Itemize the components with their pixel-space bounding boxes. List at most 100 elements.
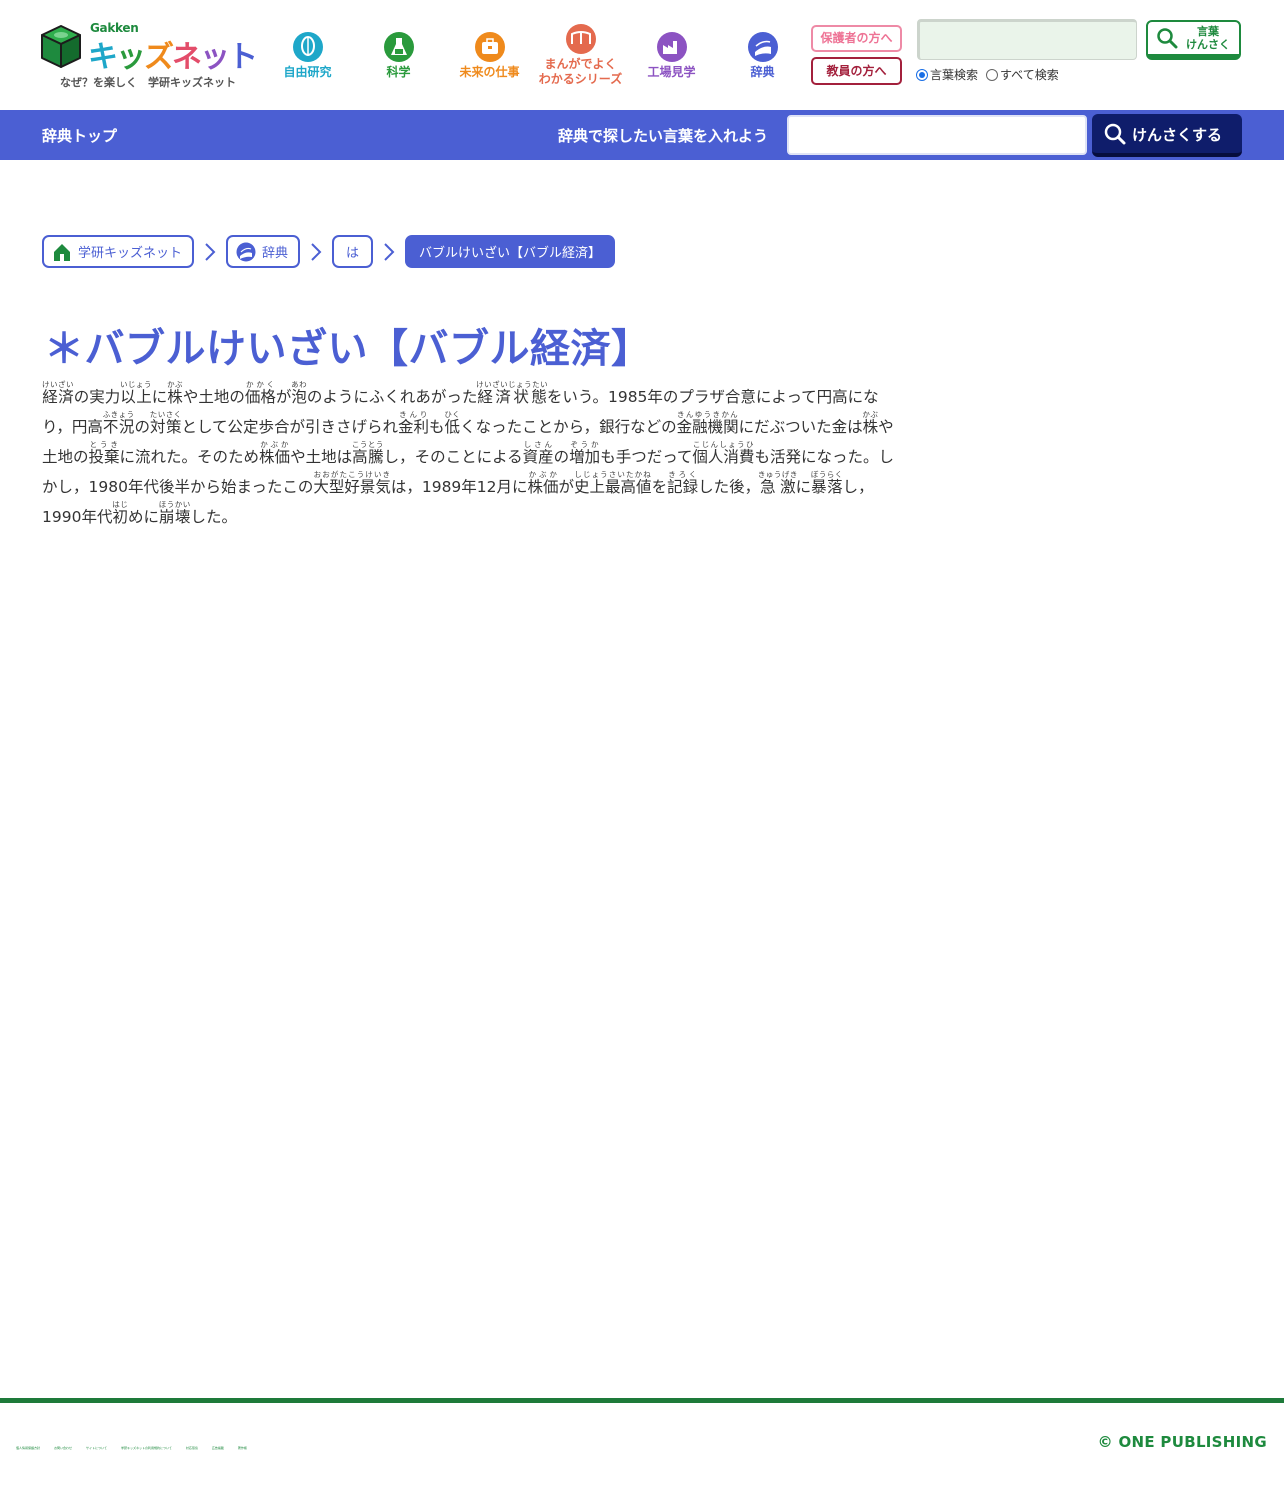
factory-icon — [656, 32, 687, 62]
footer-link[interactable]: 対応環境 — [186, 1446, 198, 1450]
logo-tagline: なぜ？を楽しく 学研キッズネット — [60, 76, 236, 89]
dictionary-search-prompt: 辞典で探したい言葉を入れよう — [558, 127, 769, 145]
furigana-term: 投棄とうき — [88, 440, 120, 466]
flask-icon — [383, 32, 414, 62]
footer-link[interactable]: お問い合わせ — [54, 1446, 72, 1450]
entry-title: ＊バブルけいざい【バブル経済】 — [44, 326, 652, 372]
furigana-term: 高騰こうとう — [351, 440, 384, 466]
furigana-reading: きんり — [398, 410, 430, 419]
furigana-term: 急激きゅうげき — [757, 470, 798, 496]
nav-item-jiten[interactable]: 辞典 — [717, 22, 808, 87]
furigana-reading: かぶか — [259, 440, 291, 449]
search-icon — [1104, 123, 1126, 145]
furigana-term: 個人消費こじんしょうひ — [692, 440, 755, 466]
furigana-reading: きゅうげき — [757, 470, 798, 479]
radio-word-search[interactable]: 言葉検索 — [916, 66, 978, 83]
furigana-reading: けいざいじょうたい — [476, 380, 549, 389]
furigana-reading: ぞうか — [569, 440, 601, 449]
radio-all-search[interactable]: すべて検索 — [986, 66, 1059, 83]
furigana-reading: ふきょう — [102, 410, 135, 419]
furigana-term: 記録きろく — [667, 470, 699, 496]
furigana-reading: きんゆうきかん — [676, 410, 739, 419]
furigana-term: 泡あわ — [291, 380, 308, 406]
furigana-term: 株価かぶか — [259, 440, 291, 466]
entry-text: の — [553, 448, 570, 466]
furigana-reading: はじ — [112, 500, 129, 509]
chevron-right-icon — [373, 242, 405, 262]
furigana-term: 暴落ぼうらく — [810, 470, 843, 496]
dictionary-top-link[interactable]: 辞典トップ — [42, 125, 117, 146]
furigana-reading: おおがたこうけいき — [313, 470, 391, 479]
teacher-link-button[interactable]: 教員の方へ — [811, 57, 902, 85]
furigana-reading: こうとう — [351, 440, 384, 449]
furigana-term: 増加ぞうか — [569, 440, 601, 466]
nav-item-mirai-no-shigoto[interactable]: 未来の仕事 — [444, 22, 535, 87]
furigana-term: 株価かぶか — [527, 470, 559, 496]
furigana-reading: ほうかい — [158, 500, 191, 509]
header-search-button-label: 言葉 けんさく — [1186, 25, 1230, 51]
entry-text: した。 — [190, 508, 238, 526]
dictionary-search-input[interactable] — [787, 115, 1087, 155]
breadcrumb-home[interactable]: 学研キッズネット — [42, 235, 195, 268]
furigana-term: 不況ふきょう — [102, 410, 135, 436]
entry-text: くなったことから，銀行などの — [460, 418, 677, 436]
furigana-reading: とうき — [88, 440, 120, 449]
site-logo[interactable]: Gakken キッズネット なぜ？を楽しく 学研キッズネット — [40, 20, 258, 90]
dictionary-icon — [236, 242, 256, 261]
entry-text: や土地の — [182, 388, 245, 406]
chevron-right-icon — [194, 242, 226, 262]
header-search-input[interactable] — [917, 19, 1137, 60]
entry-text: した後， — [698, 478, 761, 496]
entry-text: に — [795, 478, 812, 496]
furigana-reading: ぼうらく — [810, 470, 843, 479]
entry-text: の実力 — [73, 388, 121, 406]
furigana-term: 大型好景気おおがたこうけいき — [313, 470, 391, 496]
site-header: Gakken キッズネット なぜ？を楽しく 学研キッズネット 自由研究 科学 未… — [0, 0, 1284, 110]
footer-link[interactable]: 個人情報保護方針 — [16, 1446, 40, 1450]
footer-link[interactable]: 広告掲載 — [212, 1446, 224, 1450]
furigana-reading: あわ — [291, 380, 308, 389]
furigana-reading: かぶか — [527, 470, 559, 479]
footer-link[interactable]: 著作権 — [238, 1446, 247, 1450]
nav-item-jiyu-kenkyu[interactable]: 自由研究 — [262, 22, 353, 87]
furigana-reading: たいさく — [149, 410, 182, 419]
entry-text: は，1989年12月に — [390, 478, 528, 496]
dictionary-icon — [747, 32, 778, 62]
entry-text: を — [651, 478, 668, 496]
furigana-reading: しさん — [522, 440, 554, 449]
radio-unselected-icon — [986, 68, 999, 81]
nav-item-manga-series[interactable]: まんがでよく わかるシリーズ — [535, 22, 626, 87]
furigana-term: 初はじ — [112, 500, 129, 526]
furigana-term: 以上いじょう — [120, 380, 153, 406]
manga-book-icon — [565, 24, 596, 54]
furigana-reading: しじょうさいたかね — [574, 470, 652, 479]
furigana-reading: ひく — [444, 410, 461, 419]
furigana-term: 史上最高値しじょうさいたかね — [574, 470, 652, 496]
footer-link[interactable]: 学研キッズネットの利用規約について — [121, 1446, 172, 1450]
copyright: © ONE PUBLISHING — [1097, 1433, 1267, 1451]
parent-link-button[interactable]: 保護者の方へ — [811, 25, 902, 52]
entry-text: として公定歩合が引きさげられ — [181, 418, 399, 436]
nav-item-kagaku[interactable]: 科学 — [353, 22, 444, 87]
nav-manga-label: まんがでよく わかるシリーズ — [538, 57, 623, 86]
breadcrumb-dictionary[interactable]: 辞典 — [226, 235, 301, 268]
furigana-term: 金利きんり — [398, 410, 430, 436]
furigana-term: 経済けいざい — [42, 380, 74, 406]
entry-text: の — [134, 418, 150, 436]
furigana-term: 株かぶ — [167, 380, 184, 406]
furigana-reading: こじんしょうひ — [692, 440, 755, 449]
nav-item-kojo-kengaku[interactable]: 工場見学 — [626, 22, 717, 87]
header-search-button[interactable]: 言葉 けんさく — [1146, 20, 1241, 60]
entry-text: に流れた。そのため — [119, 448, 260, 466]
entry-text: のようにふくれあがった — [306, 388, 478, 406]
dictionary-search-button[interactable]: けんさくする — [1092, 114, 1242, 157]
entry-text: に — [151, 388, 168, 406]
furigana-reading: かかく — [244, 380, 276, 389]
breadcrumb-ha[interactable]: は — [332, 235, 374, 268]
footer-link[interactable]: サイトについて — [86, 1446, 107, 1450]
furigana-term: 低ひく — [444, 410, 461, 436]
chevron-right-icon — [300, 242, 332, 262]
search-scope-radios: 言葉検索 すべて検索 — [916, 66, 1067, 83]
furigana-term: 崩壊ほうかい — [158, 500, 191, 526]
breadcrumb: 学研キッズネット 辞典 は バブルけいざい【バブル経済】 — [42, 235, 616, 268]
